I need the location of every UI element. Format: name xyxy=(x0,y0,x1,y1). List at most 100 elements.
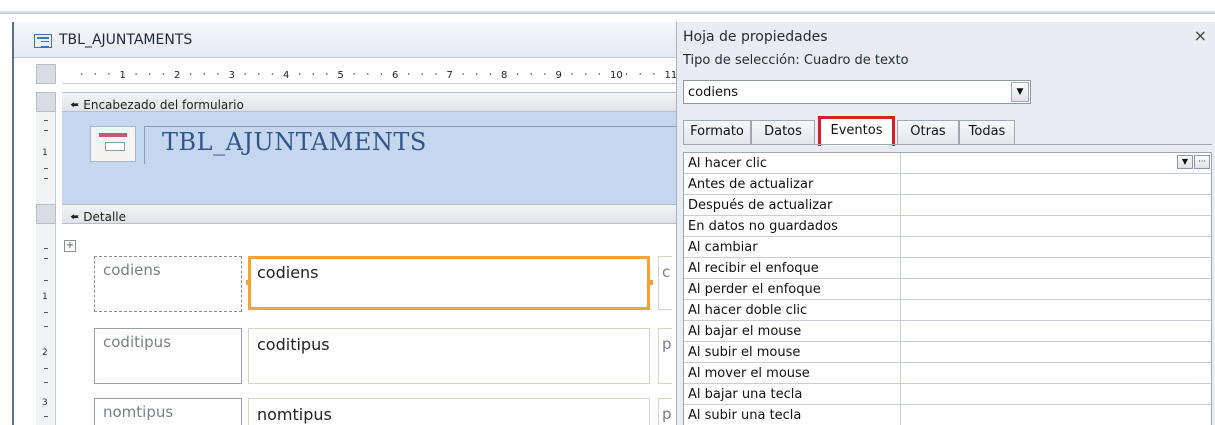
property-value-field[interactable] xyxy=(900,321,1211,341)
property-row[interactable]: Al perder el enfoque xyxy=(684,279,1211,300)
clipped-control[interactable]: p xyxy=(658,398,672,425)
form-logo-icon[interactable] xyxy=(90,126,136,162)
ruler-tick xyxy=(353,73,355,75)
section-arrow-icon: 🢘 xyxy=(70,98,80,112)
ruler-tick xyxy=(530,73,533,75)
vruler-number: 1 xyxy=(42,148,48,158)
ruler-number: 1 xyxy=(120,70,126,81)
property-name: En datos no guardados xyxy=(688,219,838,234)
vruler-number: 3 xyxy=(42,398,48,408)
ruler-tick xyxy=(598,73,601,75)
property-value-field[interactable]: ▼ ··· xyxy=(900,153,1211,173)
property-value-field[interactable] xyxy=(900,300,1211,320)
builder-ellipsis-icon[interactable]: ··· xyxy=(1194,155,1210,169)
header-section-bar[interactable]: 🢘 Encabezado del formulario xyxy=(62,92,676,112)
detail-section[interactable]: + codiens codiens c coditipus coditipus … xyxy=(62,224,676,425)
detail-section-bar[interactable]: 🢘 Detalle xyxy=(62,204,676,224)
ruler-number: 3 xyxy=(229,70,235,81)
property-name: Al recibir el enfoque xyxy=(688,261,819,276)
ruler-tick xyxy=(489,73,492,75)
textbox-nomtipus[interactable]: nomtipus xyxy=(248,398,650,425)
ruler-tick xyxy=(257,73,260,75)
property-name: Al perder el enfoque xyxy=(688,282,821,297)
property-value-field[interactable] xyxy=(900,342,1211,362)
ruler-number: 11 xyxy=(665,70,677,81)
ruler-tick xyxy=(407,73,410,75)
property-row[interactable]: Al subir una tecla xyxy=(684,405,1211,425)
field-label-codiens[interactable]: codiens xyxy=(94,256,242,312)
property-row[interactable]: Al hacer clic ▼ ··· xyxy=(684,153,1211,174)
property-value-field[interactable] xyxy=(900,258,1211,278)
chevron-down-icon[interactable]: ▼ xyxy=(1011,82,1029,102)
property-row[interactable]: Al bajar el mouse xyxy=(684,321,1211,342)
resize-handle[interactable] xyxy=(246,280,251,285)
property-row[interactable]: Al recibir el enfoque xyxy=(684,258,1211,279)
ruler-tick xyxy=(653,73,655,75)
form-selector-box[interactable] xyxy=(36,64,56,84)
tab-eventos[interactable]: Eventos xyxy=(818,116,895,146)
property-name: Al bajar el mouse xyxy=(688,324,802,339)
field-label-coditipus[interactable]: coditipus xyxy=(94,328,242,384)
property-value-field[interactable] xyxy=(900,237,1211,257)
tab-otras[interactable]: Otras xyxy=(897,120,959,144)
property-row[interactable]: Al mover el mouse xyxy=(684,363,1211,384)
property-value-field[interactable] xyxy=(900,363,1211,383)
property-name: Al hacer doble clic xyxy=(688,303,808,318)
property-row[interactable]: Antes de actualizar xyxy=(684,174,1211,195)
form-design-window: TBL_AJUNTAMENTS 1 2 3 4 5 6 7 8 9 10 11 🢘 Encabeza… xyxy=(12,22,676,425)
field-label-nomtipus[interactable]: nomtipus xyxy=(94,398,242,425)
ruler-number: 2 xyxy=(174,70,180,81)
access-workspace: TBL_AJUNTAMENTS 1 2 3 4 5 6 7 8 9 10 11 🢘 Encabeza… xyxy=(0,0,1215,425)
property-name: Antes de actualizar xyxy=(688,177,814,192)
close-icon[interactable]: × xyxy=(1194,26,1207,45)
ruler-tick xyxy=(462,73,464,75)
ruler-tick xyxy=(244,73,246,75)
tab-todas[interactable]: Todas xyxy=(959,120,1015,144)
chevron-down-icon[interactable]: ▼ xyxy=(1177,155,1193,169)
ruler-tick xyxy=(298,73,301,75)
property-value-field[interactable] xyxy=(900,405,1211,425)
property-row[interactable]: Después de actualizar xyxy=(684,195,1211,216)
property-sheet-pane: Hoja de propiedades × Tipo de selección:… xyxy=(676,22,1215,425)
form-header-section[interactable]: TBL_AJUNTAMENTS xyxy=(62,112,676,204)
property-value-field[interactable] xyxy=(900,216,1211,236)
property-value-field[interactable] xyxy=(900,384,1211,404)
form-titlebar[interactable]: TBL_AJUNTAMENTS xyxy=(14,22,676,58)
textbox-coditipus[interactable]: coditipus xyxy=(248,328,650,384)
detail-section-selector[interactable] xyxy=(36,204,56,224)
ruler-tick xyxy=(366,73,369,75)
property-row[interactable]: En datos no guardados xyxy=(684,216,1211,237)
property-name: Al bajar una tecla xyxy=(688,387,803,402)
move-handle-icon[interactable]: + xyxy=(64,240,76,252)
ruler-tick xyxy=(217,73,219,75)
header-section-selector[interactable] xyxy=(36,92,56,112)
property-value-field[interactable] xyxy=(900,174,1211,194)
ruler-number: 8 xyxy=(501,70,507,81)
section-arrow-icon: 🢘 xyxy=(70,210,80,224)
property-value-field[interactable] xyxy=(900,279,1211,299)
property-name: Al hacer clic xyxy=(688,156,767,171)
ruler-tick xyxy=(380,73,383,75)
clipped-control[interactable]: p xyxy=(658,328,672,384)
property-grid: Al hacer clic ▼ ··· Antes de actualizar Desp… xyxy=(683,152,1212,425)
object-selector-combo[interactable]: codiens ▼ xyxy=(683,80,1031,104)
property-row[interactable]: Al bajar una tecla xyxy=(684,384,1211,405)
clipped-control[interactable]: c xyxy=(658,256,672,310)
ruler-tick xyxy=(584,73,587,75)
property-value-field[interactable] xyxy=(900,195,1211,215)
ruler-tick xyxy=(162,73,165,75)
ruler-tick xyxy=(639,73,642,75)
tab-datos[interactable]: Datos xyxy=(751,120,815,144)
property-row[interactable]: Al subir el mouse xyxy=(684,342,1211,363)
property-row[interactable]: Al hacer doble clic xyxy=(684,300,1211,321)
tab-formato[interactable]: Formato xyxy=(683,120,751,144)
resize-handle[interactable] xyxy=(648,280,653,285)
selected-object-value: codiens xyxy=(688,85,738,100)
horizontal-ruler[interactable]: 1 2 3 4 5 6 7 8 9 10 11 xyxy=(62,64,676,84)
top-strip xyxy=(0,0,1215,14)
property-row[interactable]: Al cambiar xyxy=(684,237,1211,258)
textbox-codiens[interactable]: codiens xyxy=(248,256,650,310)
ruler-tick xyxy=(421,73,424,75)
ruler-tick xyxy=(94,73,97,75)
vertical-ruler[interactable]: 1 1 2 3 xyxy=(36,112,56,425)
